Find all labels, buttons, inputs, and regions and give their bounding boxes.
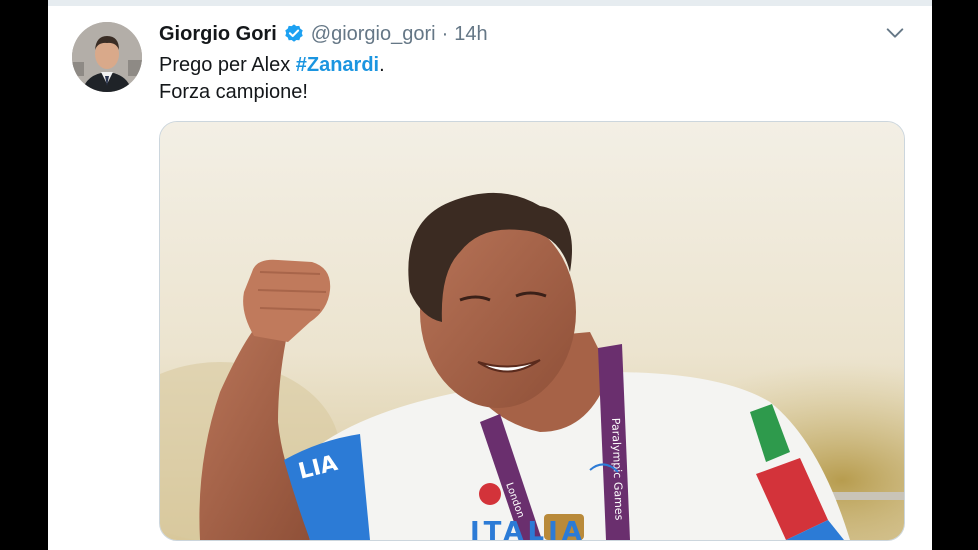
user-handle[interactable]: @giorgio_gori [311,23,436,46]
display-name[interactable]: Giorgio Gori [159,23,277,46]
chevron-down-icon[interactable] [884,22,906,44]
jersey-text: ITALIA [470,517,586,540]
photo-illustration: LIA Paralympic Games London ITALIA [160,122,904,540]
tweet-photo[interactable]: LIA Paralympic Games London ITALIA [159,121,905,541]
tweet-text-prefix: Prego per Alex [159,54,296,76]
avatar-image [72,22,142,92]
verified-badge-icon [283,23,305,45]
tweet-text-line-1: Prego per Alex #Zanardi. [159,52,385,79]
tweet-header: Giorgio Gori @giorgio_gori · 14h [159,21,488,47]
divider [48,0,932,6]
separator-dot: · [441,22,449,45]
tweet-text-suffix: . [379,54,385,76]
tweet-text: Prego per Alex #Zanardi. Forza campione! [159,52,385,106]
tweet-card[interactable]: Giorgio Gori @giorgio_gori · 14h Prego p… [48,0,932,550]
hashtag-link[interactable]: #Zanardi [296,54,379,76]
tweet-text-line-2: Forza campione! [159,81,308,103]
avatar[interactable] [72,22,142,92]
tweet-timestamp[interactable]: 14h [454,23,487,46]
